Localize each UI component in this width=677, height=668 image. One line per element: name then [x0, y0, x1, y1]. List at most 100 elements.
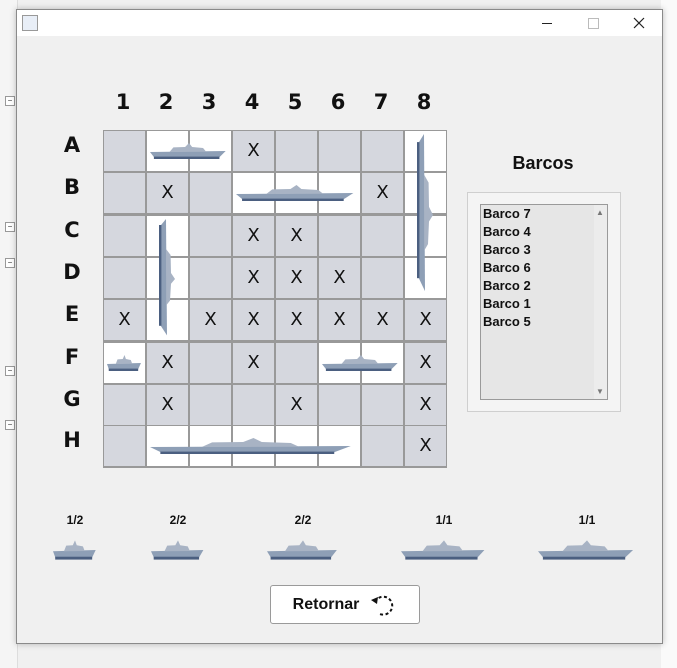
ship-list-item[interactable]: Barco 2 [481, 277, 607, 295]
game-board: XXXXXXXXXXXXXXXXXXXXXX [103, 130, 447, 468]
ship-icon [319, 343, 403, 383]
column-label: 1 [115, 90, 131, 114]
title-bar [17, 10, 662, 36]
fleet-ship-icon[interactable] [151, 538, 205, 567]
ship-list-item[interactable]: Barco 4 [481, 223, 607, 241]
board-cell-g4[interactable] [233, 385, 274, 425]
board-cell-g7[interactable] [362, 385, 403, 425]
column-label: 2 [158, 90, 174, 114]
miss-mark: X [161, 352, 174, 373]
tree-expand-icon: − [5, 258, 15, 268]
board-cell-a5[interactable] [276, 131, 317, 171]
miss-mark: X [161, 394, 174, 415]
close-icon [633, 17, 645, 29]
row-label: D [63, 260, 81, 284]
board-cell-a1[interactable] [104, 131, 145, 171]
close-button[interactable] [616, 10, 662, 36]
scroll-up-icon[interactable]: ▲ [596, 208, 604, 217]
row-label: C [64, 218, 80, 242]
miss-mark: X [204, 309, 217, 330]
board-cell-c1[interactable] [104, 216, 145, 256]
board-cell-f3[interactable] [190, 343, 231, 383]
minimize-button[interactable] [524, 10, 570, 36]
miss-mark: X [333, 267, 346, 288]
undo-icon [371, 595, 394, 616]
ship-icon [147, 426, 360, 466]
miss-mark: X [419, 309, 432, 330]
board-cell-a6[interactable] [319, 131, 360, 171]
ship-icon [147, 216, 188, 342]
miss-mark: X [290, 267, 303, 288]
row-label: B [63, 175, 80, 199]
ships-list[interactable]: ▲ ▼ Barco 7 Barco 4 Barco 3 Barco 6 Barco 2B… [480, 204, 608, 400]
ship-list-item[interactable]: Barco 6 [481, 259, 607, 277]
miss-mark: X [290, 225, 303, 246]
row-label: A [63, 133, 81, 157]
ship-icon [147, 131, 231, 171]
board-cell-g6[interactable] [319, 385, 360, 425]
miss-mark: X [376, 182, 389, 203]
ship-icon [233, 173, 360, 213]
ship-list-item[interactable]: Barco 1 [481, 295, 607, 313]
board-cell-d7[interactable] [362, 258, 403, 298]
ships-panel: ▲ ▼ Barco 7 Barco 4 Barco 3 Barco 6 Barco 2B… [467, 192, 621, 412]
column-label: 5 [287, 90, 303, 114]
ship-count: 1/1 [578, 513, 596, 527]
board-cell-a7[interactable] [362, 131, 403, 171]
miss-mark: X [290, 394, 303, 415]
game-window: XXXXXXXXXXXXXXXXXXXXXX Barcos ▲ ▼ Barco … [16, 9, 663, 644]
board-cell-h1[interactable] [104, 426, 145, 466]
board-cell-c3[interactable] [190, 216, 231, 256]
ship-list-item[interactable]: Barco 5 [481, 313, 607, 331]
board-cell-c7[interactable] [362, 216, 403, 256]
tree-expand-icon: − [5, 222, 15, 232]
miss-mark: X [376, 309, 389, 330]
board-cell-f5[interactable] [276, 343, 317, 383]
list-scrollbar[interactable]: ▲ ▼ [594, 205, 607, 399]
board-cell-c6[interactable] [319, 216, 360, 256]
board-cell-h7[interactable] [362, 426, 403, 466]
board-cell-g1[interactable] [104, 385, 145, 425]
ship-count: 1/1 [435, 513, 453, 527]
fleet-ship-icon[interactable] [267, 538, 339, 567]
miss-mark: X [161, 182, 174, 203]
tree-expand-icon: − [5, 366, 15, 376]
miss-mark: X [247, 140, 260, 161]
ship-count: 2/2 [169, 513, 187, 527]
miss-mark: X [419, 435, 432, 456]
column-label: 3 [201, 90, 217, 114]
minimize-icon [542, 22, 552, 24]
board-cell-b1[interactable] [104, 173, 145, 213]
miss-mark: X [118, 309, 131, 330]
ship-count: 1/2 [66, 513, 84, 527]
board-cell-d1[interactable] [104, 258, 145, 298]
board-cell-d3[interactable] [190, 258, 231, 298]
ship-icon [104, 343, 145, 383]
java-app-icon [22, 15, 38, 31]
maximize-icon [587, 17, 599, 29]
miss-mark: X [247, 267, 260, 288]
row-label: G [63, 387, 81, 411]
miss-mark: X [290, 309, 303, 330]
fleet-ship-icon[interactable] [401, 538, 487, 567]
tree-expand-icon: − [5, 420, 15, 430]
maximize-button[interactable] [570, 10, 616, 36]
column-label: 4 [244, 90, 260, 114]
miss-mark: X [247, 352, 260, 373]
fleet-ship-icon[interactable] [53, 538, 97, 567]
return-button[interactable]: Retornar [270, 585, 420, 624]
row-label: E [64, 302, 80, 326]
fleet-ship-icon[interactable] [538, 538, 636, 567]
board-cell-b3[interactable] [190, 173, 231, 213]
board-cell-g3[interactable] [190, 385, 231, 425]
miss-mark: X [333, 309, 346, 330]
ship-icon [405, 131, 446, 299]
miss-mark: X [419, 352, 432, 373]
return-label: Retornar [292, 595, 360, 613]
column-label: 8 [416, 90, 432, 114]
ship-list-item[interactable]: Barco 3 [481, 241, 607, 259]
scroll-down-icon[interactable]: ▼ [596, 387, 604, 396]
row-label: H [63, 428, 81, 452]
ship-count: 2/2 [294, 513, 312, 527]
ship-list-item[interactable]: Barco 7 [481, 205, 607, 223]
